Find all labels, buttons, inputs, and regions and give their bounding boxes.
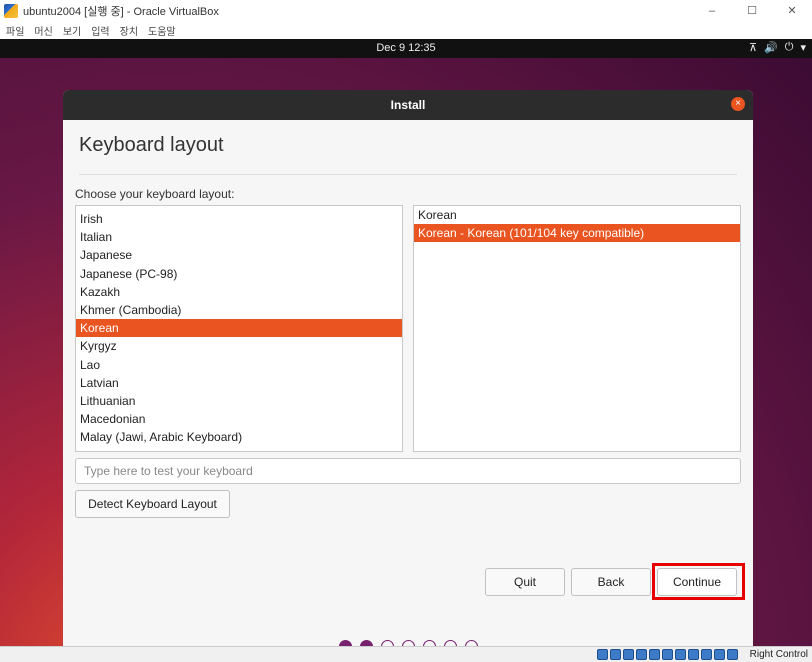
variant-list-item[interactable]: Korean - Korean (101/104 key compatible) [414, 224, 740, 243]
host-status-bar: Right Control [0, 646, 812, 662]
layout-list-item[interactable]: Lao [76, 356, 402, 374]
layout-list-item[interactable]: Japanese (PC-98) [76, 265, 402, 283]
layout-list-item[interactable]: Korean [76, 319, 402, 338]
menu-input[interactable]: 입력 [91, 23, 109, 38]
choose-layout-label: Choose your keyboard layout: [75, 187, 235, 201]
optical-drive-icon[interactable] [610, 649, 621, 660]
back-button[interactable]: Back [571, 568, 651, 596]
continue-highlight-box [652, 563, 745, 600]
guest-additions-icon[interactable] [714, 649, 725, 660]
display-icon[interactable] [675, 649, 686, 660]
layout-list-item[interactable]: Lithuanian [76, 392, 402, 410]
menu-view[interactable]: 보기 [63, 23, 81, 38]
virtualbox-icon [4, 3, 18, 18]
cpu-icon[interactable] [701, 649, 712, 660]
disk-icon[interactable] [597, 649, 608, 660]
layout-list-item[interactable]: Irish [76, 210, 402, 228]
close-window-button[interactable]: ✕ [772, 0, 812, 21]
layout-list-item[interactable]: Malay (Jawi, Arabic Keyboard) [76, 428, 402, 446]
window-controls: – ☐ ✕ [692, 0, 812, 21]
dialog-title: Install [390, 98, 426, 112]
layout-list-item[interactable]: Kyrgyz [76, 337, 402, 355]
page-title: Keyboard layout [79, 134, 224, 156]
layout-list-item[interactable]: Italian [76, 228, 402, 246]
install-dialog: Install × Keyboard layout Choose your ke… [63, 90, 753, 646]
layout-list-item[interactable]: Kazakh [76, 283, 402, 301]
host-key-label: Right Control [749, 649, 808, 660]
shared-folder-icon[interactable] [662, 649, 673, 660]
network-icon[interactable]: ⊼ [749, 41, 757, 54]
minimize-button[interactable]: – [692, 0, 732, 21]
menu-machine[interactable]: 머신 [34, 23, 52, 38]
variant-list-item[interactable]: Korean [414, 206, 740, 224]
layout-list-item[interactable]: Japanese [76, 246, 402, 264]
volume-icon[interactable]: 🔊 [764, 41, 778, 54]
quit-button[interactable]: Quit [485, 568, 565, 596]
menu-devices[interactable]: 장치 [120, 23, 138, 38]
maximize-button[interactable]: ☐ [732, 0, 772, 21]
usb-icon[interactable] [649, 649, 660, 660]
divider [79, 174, 737, 175]
layout-list[interactable]: Irish Italian Japanese Japanese (PC-98) Kaza… [75, 205, 403, 452]
detect-keyboard-layout-button[interactable]: Detect Keyboard Layout [75, 490, 230, 518]
system-tray[interactable]: ⊼ 🔊 ⏻ ▾ [749, 41, 806, 54]
host-window-title: ubuntu2004 [실행 중] - Oracle VirtualBox [23, 5, 219, 18]
mouse-integration-icon[interactable] [727, 649, 738, 660]
layout-list-item[interactable]: Khmer (Cambodia) [76, 301, 402, 319]
close-icon[interactable]: × [731, 97, 745, 111]
variant-list[interactable]: Korean Korean - Korean (101/104 key compa… [413, 205, 741, 452]
menu-file[interactable]: 파일 [6, 23, 24, 38]
dialog-header: Install × [63, 90, 753, 120]
status-icons [597, 649, 738, 660]
ubuntu-desktop: Dec 9 12:35 ⊼ 🔊 ⏻ ▾ Install × Keyboard l… [0, 39, 812, 646]
keyboard-test-input[interactable] [75, 458, 741, 484]
clock[interactable]: Dec 9 12:35 [0, 42, 812, 54]
host-menu-bar: 파일 머신 보기 입력 장치 도움말 [0, 21, 812, 39]
menu-arrow-icon[interactable]: ▾ [800, 41, 806, 54]
gnome-top-bar: Dec 9 12:35 ⊼ 🔊 ⏻ ▾ [0, 39, 812, 58]
recording-icon[interactable] [688, 649, 699, 660]
audio-icon[interactable] [623, 649, 634, 660]
layout-list-item[interactable]: Latvian [76, 374, 402, 392]
host-title-bar: ubuntu2004 [실행 중] - Oracle VirtualBox – … [0, 0, 812, 21]
menu-help[interactable]: 도움말 [148, 23, 176, 38]
power-icon[interactable]: ⏻ [785, 41, 794, 54]
network-adapter-icon[interactable] [636, 649, 647, 660]
layout-list-item[interactable]: Macedonian [76, 410, 402, 428]
